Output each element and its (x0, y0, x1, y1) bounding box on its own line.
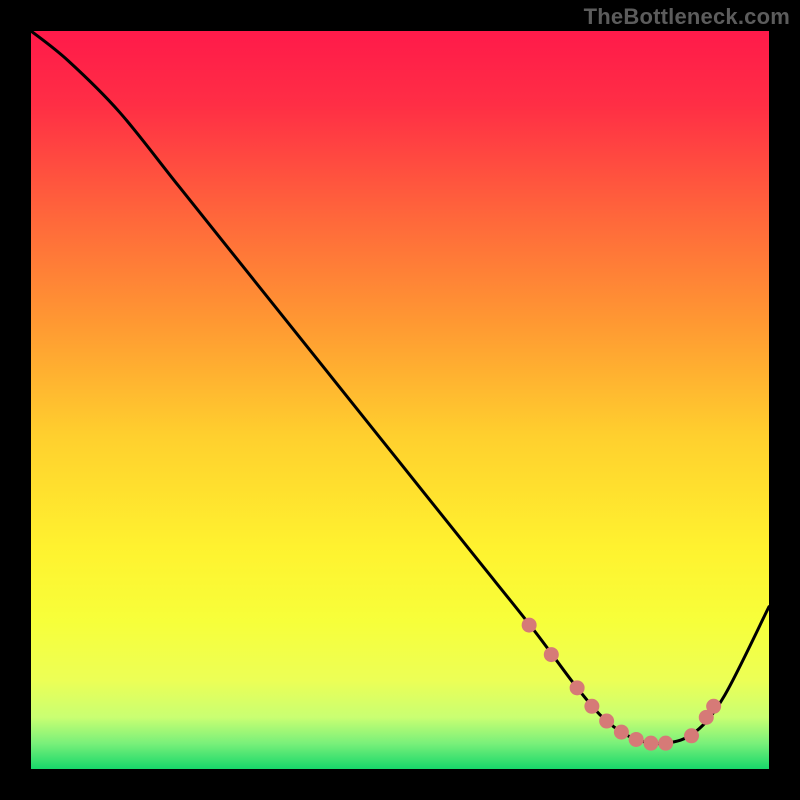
marker-dot (658, 736, 673, 751)
marker-dot (629, 732, 644, 747)
marker-dot (599, 714, 614, 729)
marker-dot (570, 680, 585, 695)
marker-dot (643, 736, 658, 751)
chart-frame: TheBottleneck.com (0, 0, 800, 800)
bottleneck-curve (31, 31, 769, 744)
marker-dot (706, 699, 721, 714)
marker-dot (684, 728, 699, 743)
marker-dot (614, 725, 629, 740)
marker-dot (522, 618, 537, 633)
curve-layer (31, 31, 769, 769)
watermark-text: TheBottleneck.com (584, 4, 790, 30)
marker-dots (522, 618, 722, 751)
marker-dot (584, 699, 599, 714)
plot-area (31, 31, 769, 769)
marker-dot (544, 647, 559, 662)
